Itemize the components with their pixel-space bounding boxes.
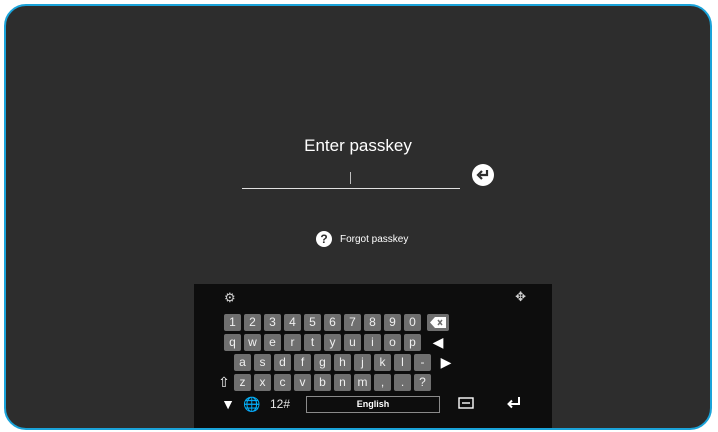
forgot-passkey-link[interactable]: ? Forgot passkey bbox=[316, 231, 408, 247]
key[interactable]: b bbox=[314, 374, 331, 391]
cursor-left-key[interactable]: ◀ bbox=[428, 334, 448, 351]
on-screen-keyboard: ⚙ ✥ 1 2 3 4 5 6 7 8 9 0 q w e r t y u i … bbox=[194, 284, 552, 428]
tv-screen: Enter passkey ? Forgot passkey ⚙ ✥ 1 2 3… bbox=[4, 4, 712, 430]
key[interactable]: 6 bbox=[324, 314, 341, 331]
key[interactable]: 2 bbox=[244, 314, 261, 331]
key[interactable]: e bbox=[264, 334, 281, 351]
key[interactable]: l bbox=[394, 354, 411, 371]
keyboard-row-numbers: 1 2 3 4 5 6 7 8 9 0 bbox=[194, 314, 552, 332]
enter-key[interactable] bbox=[504, 396, 524, 414]
key[interactable]: p bbox=[404, 334, 421, 351]
language-key[interactable]: 🌐 bbox=[242, 396, 262, 413]
key[interactable]: y bbox=[324, 334, 341, 351]
backspace-key[interactable] bbox=[427, 314, 449, 331]
space-key[interactable]: English bbox=[306, 396, 440, 413]
key[interactable]: ? bbox=[414, 374, 431, 391]
key[interactable]: g bbox=[314, 354, 331, 371]
key[interactable]: i bbox=[364, 334, 381, 351]
forgot-passkey-label: Forgot passkey bbox=[340, 233, 409, 245]
keyboard-row-top-letters: q w e r t y u i o p ◀ bbox=[194, 334, 552, 352]
key[interactable]: 9 bbox=[384, 314, 401, 331]
submit-button[interactable] bbox=[472, 164, 494, 186]
key[interactable]: . bbox=[394, 374, 411, 391]
triangle-right-icon: ▶ bbox=[440, 354, 452, 370]
key[interactable]: o bbox=[384, 334, 401, 351]
triangle-left-icon: ◀ bbox=[432, 334, 444, 350]
key[interactable]: n bbox=[334, 374, 351, 391]
key[interactable]: 7 bbox=[344, 314, 361, 331]
key[interactable]: v bbox=[294, 374, 311, 391]
hide-keyboard-icon: ▼ bbox=[221, 396, 235, 412]
shift-key[interactable]: ⇧ bbox=[216, 374, 232, 391]
keyboard-row-bottom-letters: ⇧ z x c v b n m , . ? bbox=[194, 374, 552, 392]
key[interactable]: w bbox=[244, 334, 261, 351]
keyboard-toolbar: ⚙ ✥ bbox=[194, 288, 552, 308]
move-keyboard-icon[interactable]: ✥ bbox=[515, 289, 526, 305]
enter-arrow-icon bbox=[507, 397, 520, 409]
key[interactable]: x bbox=[254, 374, 271, 391]
key[interactable]: f bbox=[294, 354, 311, 371]
text-caret bbox=[350, 172, 351, 184]
gear-icon[interactable]: ⚙ bbox=[224, 290, 236, 306]
double-space-key[interactable] bbox=[456, 396, 476, 413]
key[interactable]: m bbox=[354, 374, 371, 391]
question-icon: ? bbox=[316, 231, 332, 247]
key[interactable]: , bbox=[374, 374, 391, 391]
keyboard-row-middle-letters: a s d f g h j k l - ▶ bbox=[194, 354, 552, 372]
key[interactable]: - bbox=[414, 354, 431, 371]
passkey-input[interactable] bbox=[242, 168, 460, 189]
key[interactable]: a bbox=[234, 354, 251, 371]
keyboard-row-controls: ▼ 🌐 12# English bbox=[194, 396, 552, 414]
key[interactable]: s bbox=[254, 354, 271, 371]
key[interactable]: 4 bbox=[284, 314, 301, 331]
return-arrow-icon bbox=[476, 170, 489, 180]
dialog-title: Enter passkey bbox=[304, 136, 412, 155]
symbols-key[interactable]: 12# bbox=[270, 396, 290, 413]
key[interactable]: 5 bbox=[304, 314, 321, 331]
space-bar-icon bbox=[458, 397, 474, 409]
key[interactable]: 3 bbox=[264, 314, 281, 331]
key[interactable]: r bbox=[284, 334, 301, 351]
key[interactable]: u bbox=[344, 334, 361, 351]
globe-icon: 🌐 bbox=[243, 396, 261, 412]
key[interactable]: q bbox=[224, 334, 241, 351]
cursor-right-key[interactable]: ▶ bbox=[436, 354, 456, 371]
key[interactable]: 0 bbox=[404, 314, 421, 331]
key[interactable]: 1 bbox=[224, 314, 241, 331]
key[interactable]: d bbox=[274, 354, 291, 371]
backspace-icon bbox=[430, 317, 446, 328]
hide-keyboard-key[interactable]: ▼ bbox=[220, 396, 236, 413]
key[interactable]: 8 bbox=[364, 314, 381, 331]
shift-arrow-icon: ⇧ bbox=[218, 374, 230, 390]
key[interactable]: t bbox=[304, 334, 321, 351]
key[interactable]: k bbox=[374, 354, 391, 371]
key[interactable]: c bbox=[274, 374, 291, 391]
key[interactable]: j bbox=[354, 354, 371, 371]
key[interactable]: h bbox=[334, 354, 351, 371]
key[interactable]: z bbox=[234, 374, 251, 391]
